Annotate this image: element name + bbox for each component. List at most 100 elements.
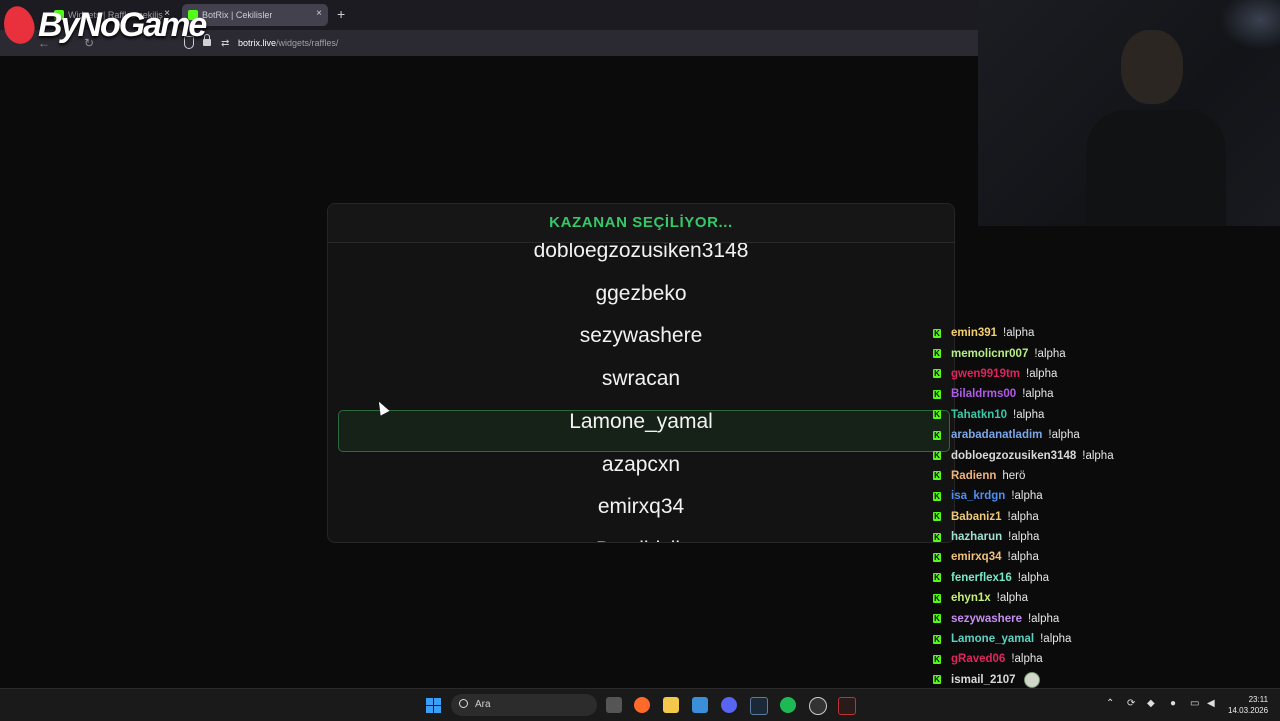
kick-logo-icon: K: [933, 471, 941, 481]
windows-start-icon[interactable]: [426, 698, 441, 713]
kick-logo-icon: K: [933, 410, 941, 420]
chat-message: Kemirxq34 !alpha: [930, 547, 1280, 567]
tab-close-icon[interactable]: ×: [316, 8, 322, 19]
chat-username: memolicnr007: [951, 347, 1029, 360]
chat-message: Kisa_krdgn !alpha: [930, 486, 1280, 506]
tray-network-icon[interactable]: ▭: [1190, 698, 1199, 709]
settings-app-icon[interactable]: [692, 697, 708, 713]
chat-username: ismail_2107: [951, 673, 1016, 686]
webcam-feed: [978, 0, 1280, 226]
clock-date: 14.03.2026: [1228, 706, 1269, 715]
chat-message: Kmemolicnr007 !alpha: [930, 343, 1280, 363]
chat-message: Khazharun !alpha: [930, 527, 1280, 547]
steam-icon[interactable]: [750, 697, 768, 715]
chat-text: !alpha: [1007, 551, 1039, 564]
kick-logo-icon: K: [933, 451, 941, 461]
discord-icon[interactable]: [721, 697, 737, 713]
raffle-widget: KAZANAN SEÇİLİYOR... dobloegzozusiken314…: [327, 203, 955, 543]
chat-message: Karabadanatladim !alpha: [930, 425, 1280, 445]
chat-emote-icon: [1023, 671, 1040, 688]
kick-logo-icon: K: [933, 675, 941, 685]
chat-username: fenerflex16: [951, 571, 1012, 584]
windows-taskbar: Ara ⌃ ⟳ ◆ ● ▭ ◀ 23:11 14.03.2026: [0, 688, 1280, 721]
kick-logo-icon: K: [933, 593, 941, 603]
tray-sync-icon[interactable]: ⟳: [1127, 698, 1135, 709]
chat-text: !alpha: [1011, 490, 1043, 503]
chat-username: arabadanatladim: [951, 429, 1043, 442]
chat-text: !alpha: [1007, 510, 1039, 523]
tray-chevron-up-icon[interactable]: ⌃: [1106, 698, 1114, 709]
streamer-body: [1086, 110, 1226, 226]
chat-text: !alpha: [1026, 367, 1058, 380]
kick-logo-icon: K: [933, 573, 941, 583]
raffle-entry: azapcxn: [601, 452, 681, 476]
chat-text: !alpha: [1008, 531, 1040, 544]
chat-message: Kismail_2107: [930, 670, 1280, 690]
task-view-icon[interactable]: [606, 697, 622, 713]
firefox-icon[interactable]: [634, 697, 650, 713]
url-path: /widgets/raffles/: [276, 38, 339, 48]
raffle-entry: dobloegzozusiken3148: [533, 243, 749, 262]
chat-username: Babaniz1: [951, 510, 1002, 523]
webcam-light: [1220, 0, 1280, 50]
chat-username: sezywashere: [951, 612, 1022, 625]
chat-username: emirxq34: [951, 551, 1002, 564]
chat-text: !alpha: [1082, 449, 1114, 462]
app-icon[interactable]: [838, 697, 856, 715]
chat-message: Kdobloegzozusiken3148 !alpha: [930, 445, 1280, 465]
chat-message: Kfenerflex16 !alpha: [930, 568, 1280, 588]
chat-text: !alpha: [1013, 408, 1045, 421]
chat-message: K Babaniz1 !alpha: [930, 507, 1280, 527]
logo-badge-icon: [0, 2, 39, 48]
chat-text: !alpha: [1011, 653, 1043, 666]
spotify-icon[interactable]: [780, 697, 796, 713]
kick-logo-icon: K: [933, 328, 941, 338]
kick-logo-icon: K: [933, 512, 941, 522]
search-placeholder: Ara: [475, 699, 491, 710]
new-tab-button[interactable]: +: [337, 6, 345, 22]
chat-text: !alpha: [1022, 388, 1054, 401]
chat-username: Tahatkn10: [951, 408, 1008, 421]
obs-icon[interactable]: [809, 697, 827, 715]
chat-message: K Tahatkn10 !alpha: [930, 405, 1280, 425]
chat-message: KgRaved06 !alpha: [930, 649, 1280, 669]
tray-volume-icon[interactable]: ◀: [1207, 698, 1215, 709]
tray-microphone-icon[interactable]: ●: [1170, 698, 1176, 709]
kick-logo-icon: K: [933, 552, 941, 562]
chat-message: Ksezywashere !alpha: [930, 608, 1280, 628]
kick-logo-icon: K: [933, 349, 941, 359]
clock-time: 23:11: [1248, 695, 1269, 704]
chat-username: isa_krdgn: [951, 490, 1006, 503]
chat-username: Radienn: [951, 469, 997, 482]
kick-logo-icon: K: [933, 614, 941, 624]
chat-overlay: Kemin391 !alpha Kmemolicnr007 !alpha Kgwen99…: [930, 323, 1280, 710]
raffle-entry: sezywashere: [579, 324, 703, 348]
site-permissions-icon[interactable]: ⇄: [221, 38, 229, 49]
raffle-header: KAZANAN SEÇİLİYOR...: [328, 204, 954, 243]
file-explorer-icon[interactable]: [663, 697, 679, 713]
raffle-entry: ggezbeko: [595, 281, 687, 305]
taskbar-search[interactable]: Ara: [451, 694, 597, 716]
chat-username: Bilaldrms00: [951, 388, 1017, 401]
streamer-silhouette: [1086, 30, 1226, 226]
chat-message: Kgwen9919tm !alpha: [930, 364, 1280, 384]
chat-username: gwen9919tm: [951, 367, 1021, 380]
address-bar[interactable]: botrix.live/widgets/raffles/: [238, 38, 338, 48]
chat-username: Lamone_yamal: [951, 633, 1035, 646]
chat-message: K Radienn herö: [930, 466, 1280, 486]
chat-username: dobloegzozusiken3148: [951, 449, 1077, 462]
chat-message: K Bilaldrms00 !alpha: [930, 384, 1280, 404]
kick-logo-icon: K: [933, 430, 941, 440]
chat-text: !alpha: [1017, 571, 1050, 584]
chat-message: K Lamone_yamal !alpha: [930, 629, 1280, 649]
chat-message: Kemin391 !alpha: [930, 323, 1280, 343]
chat-text: herö: [1002, 469, 1026, 482]
tray-steam-icon[interactable]: ◆: [1147, 698, 1155, 709]
kick-logo-icon: K: [933, 532, 941, 542]
chat-message: Kehyn1x !alpha: [930, 588, 1280, 608]
raffle-entry: emirxq34: [597, 495, 685, 519]
raffle-entry: Lamone_yamal: [569, 409, 713, 433]
chat-username: ehyn1x: [951, 592, 991, 605]
taskbar-clock[interactable]: 23:11 14.03.2026: [1228, 694, 1268, 716]
chat-text: !alpha: [1027, 612, 1060, 625]
